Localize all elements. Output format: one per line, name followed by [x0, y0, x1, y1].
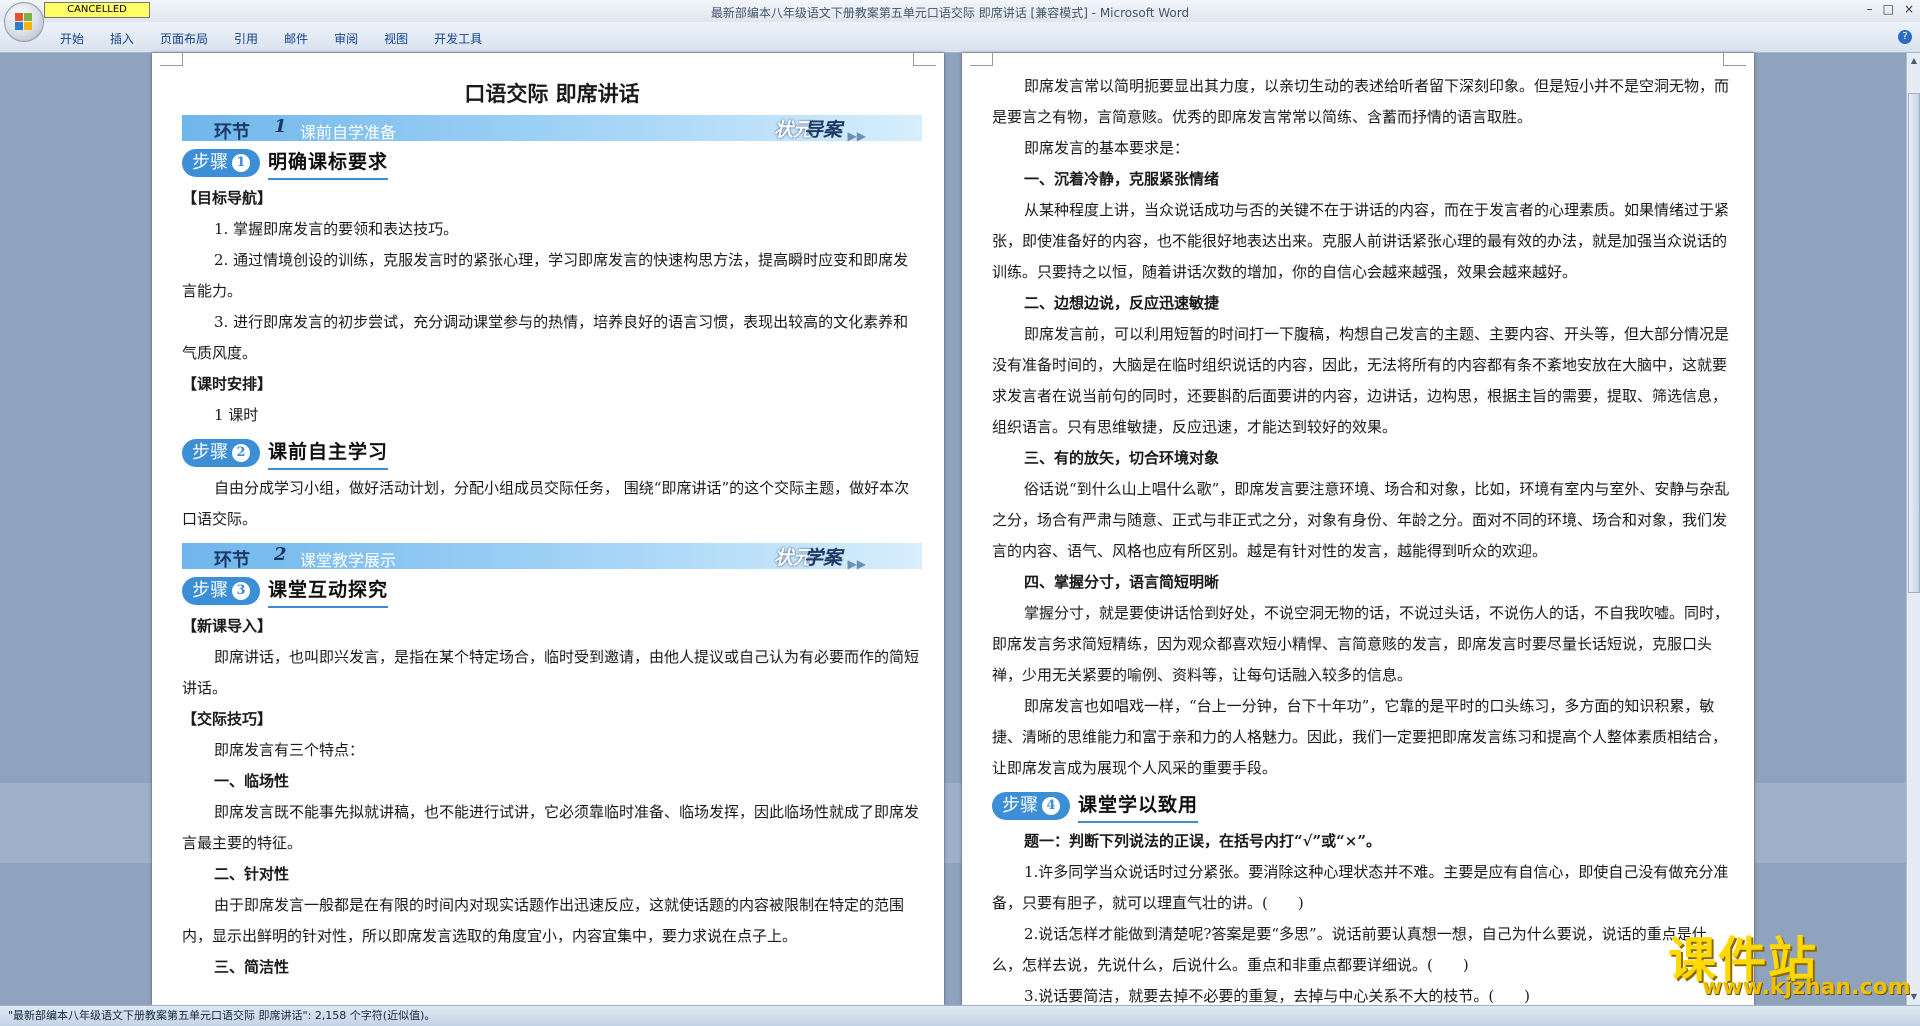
- status-text: "最新部编本八年级语文下册教案第五单元口语交际 即席讲话": 2,158 个字符…: [8, 1009, 436, 1022]
- page-corner-mark: [160, 53, 183, 66]
- step-number: 4: [1042, 797, 1060, 815]
- step-label: 步骤: [1002, 795, 1038, 816]
- body-paragraph: 即席发言常以简明扼要显出其力度，以亲切生动的表述给听者留下深刻印象。但是短小并不…: [992, 77, 1730, 126]
- page-corner-mark: [1723, 53, 1746, 66]
- exercise-heading: 题一：判断下列说法的正误，在括号内打“√”或“×”。: [1024, 832, 1381, 850]
- tab-view[interactable]: 视图: [384, 30, 408, 47]
- feature-paragraph: 即席发言既不能事先拟就讲稿，也不能进行试讲，它必须靠临时准备、临场发挥，因此临场…: [182, 803, 920, 852]
- help-icon[interactable]: ?: [1898, 30, 1912, 44]
- office-button[interactable]: [4, 2, 44, 42]
- office-logo-icon: [15, 13, 33, 31]
- minimize-button[interactable]: –: [1867, 2, 1873, 16]
- window-controls: – □ ×: [1867, 2, 1914, 16]
- section-bar-1: 环节 1 课前自学准备 状元 导案 ▶▶: [182, 115, 922, 143]
- skill-lead: 即席发言有三个特点：: [214, 741, 365, 759]
- window-title: 最新部编本八年级语文下册教案第五单元口语交际 即席讲话 [兼容模式] - Mic…: [710, 6, 1190, 20]
- status-bar: "最新部编本八年级语文下册教案第五单元口语交际 即席讲话": 2,158 个字符…: [0, 1005, 1920, 1026]
- section-bar-label: 环节: [214, 550, 250, 571]
- requirement-paragraph: 即席发言前，可以利用短暂的时间打一下腹稿，构想自己发言的主题、主要内容、开头等，…: [992, 325, 1730, 436]
- ribbon-tabs: 开始 插入 页面布局 引用 邮件 审阅 视图 开发工具: [60, 30, 482, 47]
- goal-item: 3. 进行即席发言的初步尝试，充分调动课堂参与的热情，培养良好的语言习惯，表现出…: [182, 313, 909, 362]
- requirement-paragraph: 掌握分寸，就是要使讲话恰到好处，不说空洞无物的话，不说过头话，不说伤人的话，不自…: [992, 604, 1730, 684]
- section-bar-number: 2: [274, 544, 287, 565]
- cancelled-badge: CANCELLED: [44, 2, 150, 18]
- requirements-lead: 即席发言的基本要求是：: [1024, 139, 1190, 157]
- step-title: 课堂学以致用: [1078, 790, 1199, 823]
- section-bar-text: 课堂教学展示: [300, 551, 397, 570]
- skill-heading: 【交际技巧】: [182, 710, 273, 728]
- tab-insert[interactable]: 插入: [110, 30, 134, 47]
- step-pill: 步骤 3: [182, 577, 260, 605]
- section-bar-number: 1: [274, 116, 287, 137]
- document-workspace: 口语交际 即席讲话 环节 1 课前自学准备 状元 导案 ▶▶ 步骤 1 明确课标要…: [0, 53, 1906, 1005]
- tab-home[interactable]: 开始: [60, 30, 84, 47]
- scroll-up-icon[interactable]: ▲: [1908, 55, 1920, 67]
- body-paragraph: 即席发言也如唱戏一样，“台上一分钟，台下十年功”，它靠的是平时的口头练习，多方面…: [992, 697, 1728, 777]
- schedule-heading: 【课时安排】: [182, 375, 273, 393]
- intro-heading: 【新课导入】: [182, 617, 273, 635]
- step-pill: 步骤 2: [182, 439, 260, 467]
- feature-heading: 一、临场性: [214, 772, 290, 790]
- step-number: 2: [232, 444, 250, 462]
- tab-mailings[interactable]: 邮件: [284, 30, 308, 47]
- schedule-value: 1 课时: [214, 406, 259, 424]
- close-button[interactable]: ×: [1904, 2, 1914, 16]
- feature-heading: 二、针对性: [214, 865, 290, 883]
- goal-item: 2. 通过情境创设的训练，克服发言时的紧张心理，学习即席发言的快速构思方法，提高…: [182, 251, 909, 300]
- section-bar-badge-b: 学案: [803, 547, 842, 569]
- self-study-paragraph: 自由分成学习小组，做好活动计划，分配小组成员交际任务， 围绕“即席讲话”的这个交…: [182, 479, 910, 528]
- exercise-item: 1.许多同学当众说话时过分紧张。要消除这种心理状态并不难。主要是应有自信心，即使…: [992, 863, 1729, 912]
- requirement-paragraph: 俗话说“到什么山上唱什么歌”，即席发言要注意环境、场合和对象，比如，环境有室内与…: [992, 480, 1730, 560]
- scrollbar-thumb[interactable]: [1908, 93, 1920, 593]
- step-heading-4: 步骤 4 课堂学以致用: [992, 790, 1732, 823]
- requirement-paragraph: 从某种程度上讲，当众说话成功与否的关键不在于讲话的内容，而在于发言者的心理素质。…: [992, 201, 1730, 281]
- maximize-button[interactable]: □: [1883, 2, 1894, 16]
- tab-developer[interactable]: 开发工具: [434, 30, 482, 47]
- requirement-heading: 二、边想边说，反应迅速敏捷: [1024, 294, 1220, 312]
- document-title: 口语交际 即席讲话: [464, 81, 640, 106]
- page-corner-mark: [970, 53, 993, 66]
- watermark-url: www.kjzhan.com: [1702, 975, 1911, 1000]
- step-title: 明确课标要求: [268, 147, 389, 180]
- step-number: 3: [232, 582, 250, 600]
- section-bar-text: 课前自学准备: [300, 123, 397, 142]
- section-bar-label: 环节: [214, 122, 250, 143]
- exercise-item: 3.说话要简洁，就要去掉不必要的重复，去掉与中心关系不大的枝节。( ): [1024, 987, 1531, 1005]
- section-bar-2: 环节 2 课堂教学展示 状元 学案 ▶▶: [182, 543, 922, 571]
- step-pill: 步骤 1: [182, 149, 260, 177]
- goal-heading: 【目标导航】: [182, 189, 273, 207]
- step-heading-1: 步骤 1 明确课标要求: [182, 147, 922, 180]
- double-arrow-icon: ▶▶: [847, 557, 866, 571]
- step-title: 课前自主学习: [268, 437, 389, 470]
- double-arrow-icon: ▶▶: [847, 129, 866, 143]
- page-right-content: 即席发言常以简明扼要显出其力度，以亲切生动的表述给听者留下深刻印象。但是短小并不…: [992, 71, 1732, 1005]
- step-label: 步骤: [192, 442, 228, 463]
- page-right[interactable]: 即席发言常以简明扼要显出其力度，以亲切生动的表述给听者留下深刻印象。但是短小并不…: [962, 53, 1754, 1005]
- tab-page-layout[interactable]: 页面布局: [160, 30, 208, 47]
- vertical-scrollbar[interactable]: ▲ ▼: [1906, 53, 1920, 1005]
- page-left[interactable]: 口语交际 即席讲话 环节 1 课前自学准备 状元 导案 ▶▶ 步骤 1 明确课标要…: [152, 53, 944, 1005]
- requirement-heading: 三、有的放矢，切合环境对象: [1024, 449, 1220, 467]
- goal-item: 1. 掌握即席发言的要领和表达技巧。: [214, 220, 459, 238]
- title-bar: 最新部编本八年级语文下册教案第五单元口语交际 即席讲话 [兼容模式] - Mic…: [0, 0, 1920, 23]
- page-left-content: 口语交际 即席讲话 环节 1 课前自学准备 状元 导案 ▶▶ 步骤 1 明确课标要…: [182, 53, 922, 983]
- step-label: 步骤: [192, 580, 228, 601]
- step-heading-3: 步骤 3 课堂互动探究: [182, 575, 922, 608]
- section-bar-badge-b: 导案: [803, 119, 842, 141]
- requirement-heading: 四、掌握分寸，语言简短明晰: [1024, 573, 1220, 591]
- feature-paragraph: 由于即席发言一般都是在有限的时间内对现实话题作出迅速反应，这就使话题的内容被限制…: [182, 896, 905, 945]
- step-title: 课堂互动探究: [268, 575, 389, 608]
- step-label: 步骤: [192, 152, 228, 173]
- step-heading-2: 步骤 2 课前自主学习: [182, 437, 922, 470]
- intro-paragraph: 即席讲话，也叫即兴发言，是指在某个特定场合，临时受到邀请，由他人提议或自己认为有…: [182, 648, 920, 697]
- feature-heading: 三、简洁性: [214, 958, 290, 976]
- requirement-heading: 一、沉着冷静，克服紧张情绪: [1024, 170, 1220, 188]
- step-pill: 步骤 4: [992, 792, 1070, 820]
- exercise-item: 2.说话怎样才能做到清楚呢?答案是要“多思”。说话前要认真想一想，自己为什么要说…: [992, 925, 1707, 974]
- step-number: 1: [232, 154, 250, 172]
- tab-references[interactable]: 引用: [234, 30, 258, 47]
- tab-review[interactable]: 审阅: [334, 30, 358, 47]
- ribbon: 开始 插入 页面布局 引用 邮件 审阅 视图 开发工具 ?: [0, 22, 1920, 53]
